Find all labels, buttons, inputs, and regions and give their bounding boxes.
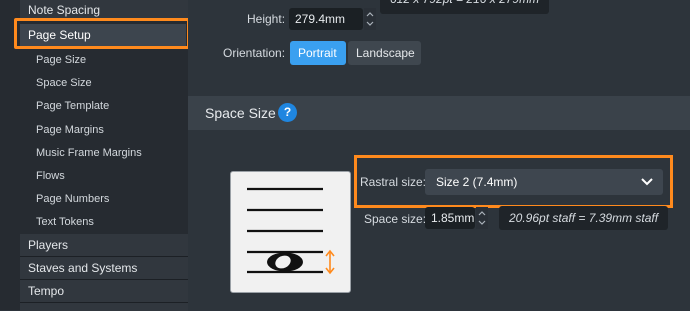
sidebar-subitem-flows[interactable]: Flows — [36, 167, 65, 185]
sidebar-item-label: Note Spacing — [28, 3, 101, 17]
sidebar-subitem-page-margins[interactable]: Page Margins — [36, 121, 104, 139]
stepper-icon — [478, 211, 486, 225]
space-size-stepper[interactable] — [476, 207, 488, 229]
page-setup-highlight — [14, 18, 190, 49]
sidebar-subitem-text-tokens[interactable]: Text Tokens — [36, 213, 94, 231]
space-size-preview — [230, 171, 351, 293]
staff-preview-graphic — [247, 187, 335, 275]
sidebar-item-label: Players — [28, 238, 69, 252]
page-dimensions-info: 612 x 792pt = 216 x 279mm — [380, 0, 550, 14]
sidebar-item-note-spacing[interactable]: Note Spacing — [20, 0, 188, 21]
height-stepper[interactable] — [364, 8, 376, 30]
sidebar-subitem-page-template[interactable]: Page Template — [36, 97, 109, 115]
sidebar-item-tempo[interactable]: Tempo — [20, 280, 188, 303]
sidebar-item-players[interactable]: Players — [20, 234, 188, 257]
staff-size-info: 20.96pt staff = 7.39mm staff — [499, 206, 669, 230]
question-icon[interactable]: ? — [278, 103, 297, 122]
height-label: Height: — [247, 12, 286, 26]
sidebar-item-label: Staves and Systems — [28, 261, 138, 275]
landscape-button[interactable]: Landscape — [348, 41, 421, 65]
section-title: Space Size — [205, 105, 276, 121]
space-size-label: Space size: — [364, 212, 427, 226]
orientation-label: Orientation: — [223, 46, 286, 60]
portrait-button[interactable]: Portrait — [290, 41, 346, 65]
sidebar: Note Spacing Page Setup Page Size Space … — [0, 0, 190, 311]
sidebar-item-staves-and-systems[interactable]: Staves and Systems — [20, 257, 188, 280]
sidebar-item-label: Tempo — [28, 284, 65, 298]
sidebar-subitem-space-size[interactable]: Space Size — [36, 74, 92, 92]
stepper-icon — [366, 12, 374, 26]
space-size-section-header: Space Size ? — [188, 96, 690, 130]
space-size-field[interactable]: 1.85mm — [425, 207, 475, 229]
height-field[interactable]: 279.4mm — [289, 8, 363, 30]
sidebar-subitem-page-size[interactable]: Page Size — [36, 51, 86, 69]
sidebar-subitem-music-frame-margins[interactable]: Music Frame Margins — [36, 144, 142, 162]
sidebar-subitem-page-numbers[interactable]: Page Numbers — [36, 190, 109, 208]
rastral-size-highlight — [354, 155, 673, 208]
